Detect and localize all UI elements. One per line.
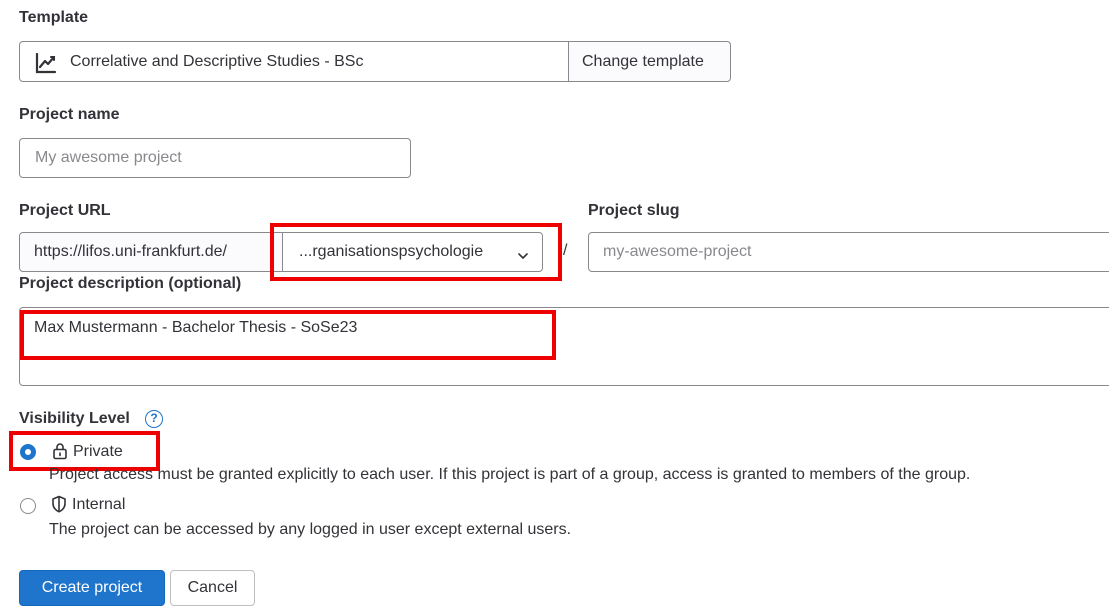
url-prefix-text: https://lifos.uni-frankfurt.de/ (34, 243, 227, 260)
project-name-label: Project name (19, 106, 120, 123)
url-separator: / (563, 242, 568, 259)
visibility-internal-radio[interactable] (20, 498, 36, 514)
url-prefix: https://lifos.uni-frankfurt.de/ (19, 232, 283, 272)
template-name: Correlative and Descriptive Studies - BS… (70, 53, 364, 70)
chevron-down-icon (517, 248, 529, 259)
description-label: Project description (optional) (19, 275, 242, 292)
chart-line-icon (35, 52, 57, 74)
description-textarea[interactable]: Max Mustermann - Bachelor Thesis - SoSe2… (19, 307, 1109, 386)
visibility-label: Visibility Level (19, 410, 130, 428)
change-template-label: Change template (582, 53, 704, 70)
visibility-private-description: Project access must be granted explicitl… (49, 466, 971, 483)
create-project-button[interactable]: Create project (19, 570, 165, 606)
namespace-value: ...rganisationspsychologie (299, 243, 484, 260)
project-name-input[interactable]: My awesome project (19, 138, 411, 178)
shield-icon (51, 495, 67, 513)
radio-dot (25, 449, 31, 455)
visibility-label-text: Visibility Level (19, 410, 130, 427)
visibility-internal-description: The project can be accessed by any logge… (49, 521, 572, 538)
project-slug-input[interactable]: my-awesome-project (588, 232, 1109, 272)
description-value: Max Mustermann - Bachelor Thesis - SoSe2… (34, 319, 358, 336)
project-slug-label: Project slug (588, 202, 680, 219)
change-template-button[interactable]: Change template (568, 41, 731, 82)
cancel-button[interactable]: Cancel (170, 570, 255, 606)
project-slug-placeholder: my-awesome-project (603, 243, 752, 260)
template-selector[interactable]: Correlative and Descriptive Studies - BS… (19, 41, 569, 82)
project-name-placeholder: My awesome project (35, 149, 182, 166)
visibility-private-label[interactable]: Private (73, 443, 123, 461)
template-label: Template (19, 9, 89, 26)
project-url-label: Project URL (19, 202, 111, 219)
help-icon[interactable]: ? (145, 410, 163, 428)
visibility-private-radio[interactable] (20, 444, 36, 460)
lock-icon (52, 442, 68, 460)
namespace-dropdown[interactable]: ...rganisationspsychologie (282, 232, 543, 272)
visibility-internal-label[interactable]: Internal (72, 496, 125, 514)
